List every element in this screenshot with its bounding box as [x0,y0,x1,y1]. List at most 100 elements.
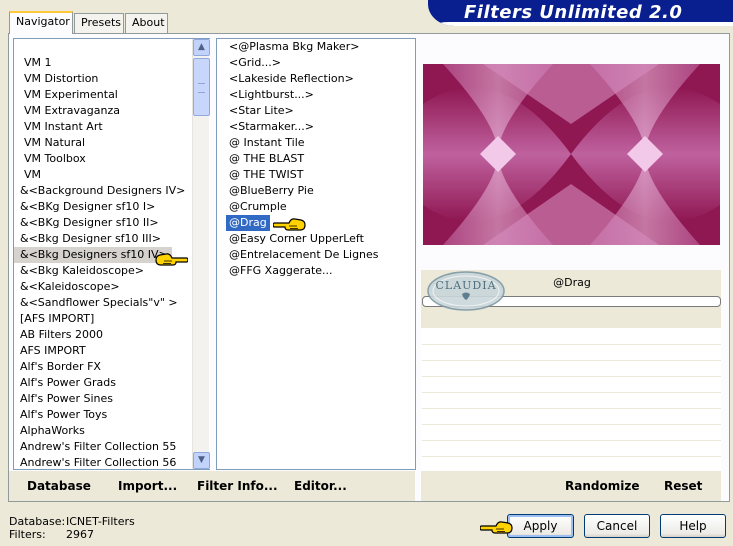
category-item[interactable]: [AFS IMPORT] [14,311,210,327]
scroll-down-button[interactable]: ▼ [193,452,210,469]
filter-label: <@Plasma Bkg Maker> [229,40,360,53]
filter-item[interactable]: <Star Lite> [217,103,415,119]
editor-button[interactable]: Editor... [294,479,347,493]
filter-info-button[interactable]: Filter Info... [197,479,278,493]
category-item[interactable]: VM Experimental [14,87,210,103]
claudia-logo: CLAUDIA [427,271,505,311]
category-item[interactable]: VM Distortion [14,71,210,87]
status-database-label: Database: [9,515,66,528]
tab-about[interactable]: About [125,13,168,33]
parameter-list[interactable] [421,328,721,470]
grid-line [422,376,721,377]
category-item[interactable]: &<Background Designers IV> [14,183,210,199]
filter-item[interactable]: <Grid...> [217,55,415,71]
category-item[interactable]: Alf's Power Grads [14,375,210,391]
grid-line [422,392,721,393]
category-label: Andrew's Filter Collection 56 [20,456,177,469]
pointing-hand-icon [480,521,513,534]
database-label: Database [27,479,91,493]
apply-button[interactable]: Apply [507,514,574,538]
category-item[interactable]: Alf's Power Sines [14,391,210,407]
category-label: &<Kaleidoscope> [20,280,120,293]
filter-item[interactable]: @Crumple [217,199,415,215]
filter-item[interactable]: @Entrelacement De Lignes [217,247,415,263]
grid-line [422,408,721,409]
editor-label: Editor... [294,479,347,493]
filter-item[interactable]: @BlueBerry Pie [217,183,415,199]
filter-item[interactable]: @ THE TWIST [217,167,415,183]
filter-info-label: Filter Info... [197,479,278,493]
category-label: &<Sandflower Specials"v" > [20,296,178,309]
filter-label: @Drag [226,215,270,231]
category-item[interactable]: AlphaWorks [14,423,210,439]
category-item[interactable]: VM Extravaganza [14,103,210,119]
reset-button[interactable]: Reset [664,479,702,493]
category-label: VM Toolbox [24,152,86,165]
category-label: Alf's Power Sines [20,392,113,405]
filter-item[interactable]: <Lightburst...> [217,87,415,103]
filter-item[interactable]: @Drag [217,215,415,231]
category-item[interactable]: AB Filters 2000 [14,327,210,343]
category-label: &<Background Designers IV> [20,184,186,197]
filter-label: @ Instant Tile [229,136,305,149]
pointing-hand-icon [155,253,188,266]
filter-label: <Grid...> [229,56,282,69]
filter-label: @Entrelacement De Lignes [229,248,379,261]
import-label: Import... [118,479,178,493]
filter-item[interactable]: @ Instant Tile [217,135,415,151]
category-label: &<BKg Designer sf10 II> [20,216,159,229]
help-button[interactable]: Help [660,514,726,538]
import-button[interactable]: Import... [118,479,177,493]
category-item[interactable]: &<Sandflower Specials"v" > [14,295,210,311]
category-item[interactable]: VM Instant Art [14,119,210,135]
randomize-button[interactable]: Randomize [565,479,639,493]
logo-text: CLAUDIA [435,279,496,292]
category-item[interactable]: VM 1 [14,55,210,71]
category-item[interactable]: &<BKg Designer sf10 II> [14,215,210,231]
app-title: Filters Unlimited 2.0 [464,2,683,23]
category-item[interactable]: AFS IMPORT [14,343,210,359]
category-item[interactable]: VM Natural [14,135,210,151]
filter-item[interactable]: @FFG Xaggerate... [217,263,415,279]
tab-navigator[interactable]: Navigator [9,11,73,34]
filter-label: @ THE TWIST [229,168,304,181]
category-item[interactable]: VM Toolbox [14,151,210,167]
status-filters-value: 2967 [66,528,94,541]
category-item[interactable]: &<BKg Designer sf10 I> [14,199,210,215]
category-item[interactable]: &<Kaleidoscope> [14,279,210,295]
filter-item[interactable]: @ THE BLAST [217,151,415,167]
category-item[interactable]: Alf's Power Toys [14,407,210,423]
category-label: VM Natural [24,136,86,149]
category-label: VM Experimental [24,88,118,101]
filter-list[interactable]: <@Plasma Bkg Maker> <Grid...> <Lakeside Re… [216,38,416,470]
filter-label: <Star Lite> [229,104,294,117]
filter-label: <Lightburst...> [229,88,314,101]
filter-item[interactable]: <Starmaker...> [217,119,415,135]
filter-item[interactable]: @Easy Corner UpperLeft [217,231,415,247]
filter-label: @FFG Xaggerate... [229,264,333,277]
filter-item[interactable]: <@Plasma Bkg Maker> [217,39,415,55]
scroll-thumb[interactable] [193,58,210,116]
randomize-label: Randomize [565,479,640,493]
tab-presets[interactable]: Presets [74,13,124,33]
category-item[interactable]: Andrew's Filter Collection 56 [14,455,210,469]
database-button[interactable]: Database [27,479,91,493]
category-scrollbar[interactable]: ▲ ▼ [192,39,210,469]
grid-line [422,360,721,361]
category-item[interactable]: Alf's Border FX [14,359,210,375]
filter-item[interactable]: <Lakeside Reflection> [217,71,415,87]
title-banner: Filters Unlimited 2.0 [428,0,733,26]
scroll-up-button[interactable]: ▲ [193,39,210,56]
cancel-button[interactable]: Cancel [584,514,650,538]
category-item[interactable]: &<Bkg Designer sf10 III> [14,231,210,247]
category-label: Andrew's Filter Collection 55 [20,440,177,453]
category-item[interactable]: VM [14,167,210,183]
grid-line [422,344,721,345]
category-label: AB Filters 2000 [20,328,104,341]
filter-label: <Starmaker...> [229,120,315,133]
filter-label: <Lakeside Reflection> [229,72,354,85]
category-item[interactable]: Andrew's Filter Collection 55 [14,439,210,455]
filter-label: @BlueBerry Pie [229,184,314,197]
category-label: &<Bkg Designer sf10 III> [20,232,162,245]
grid-line [422,456,721,457]
